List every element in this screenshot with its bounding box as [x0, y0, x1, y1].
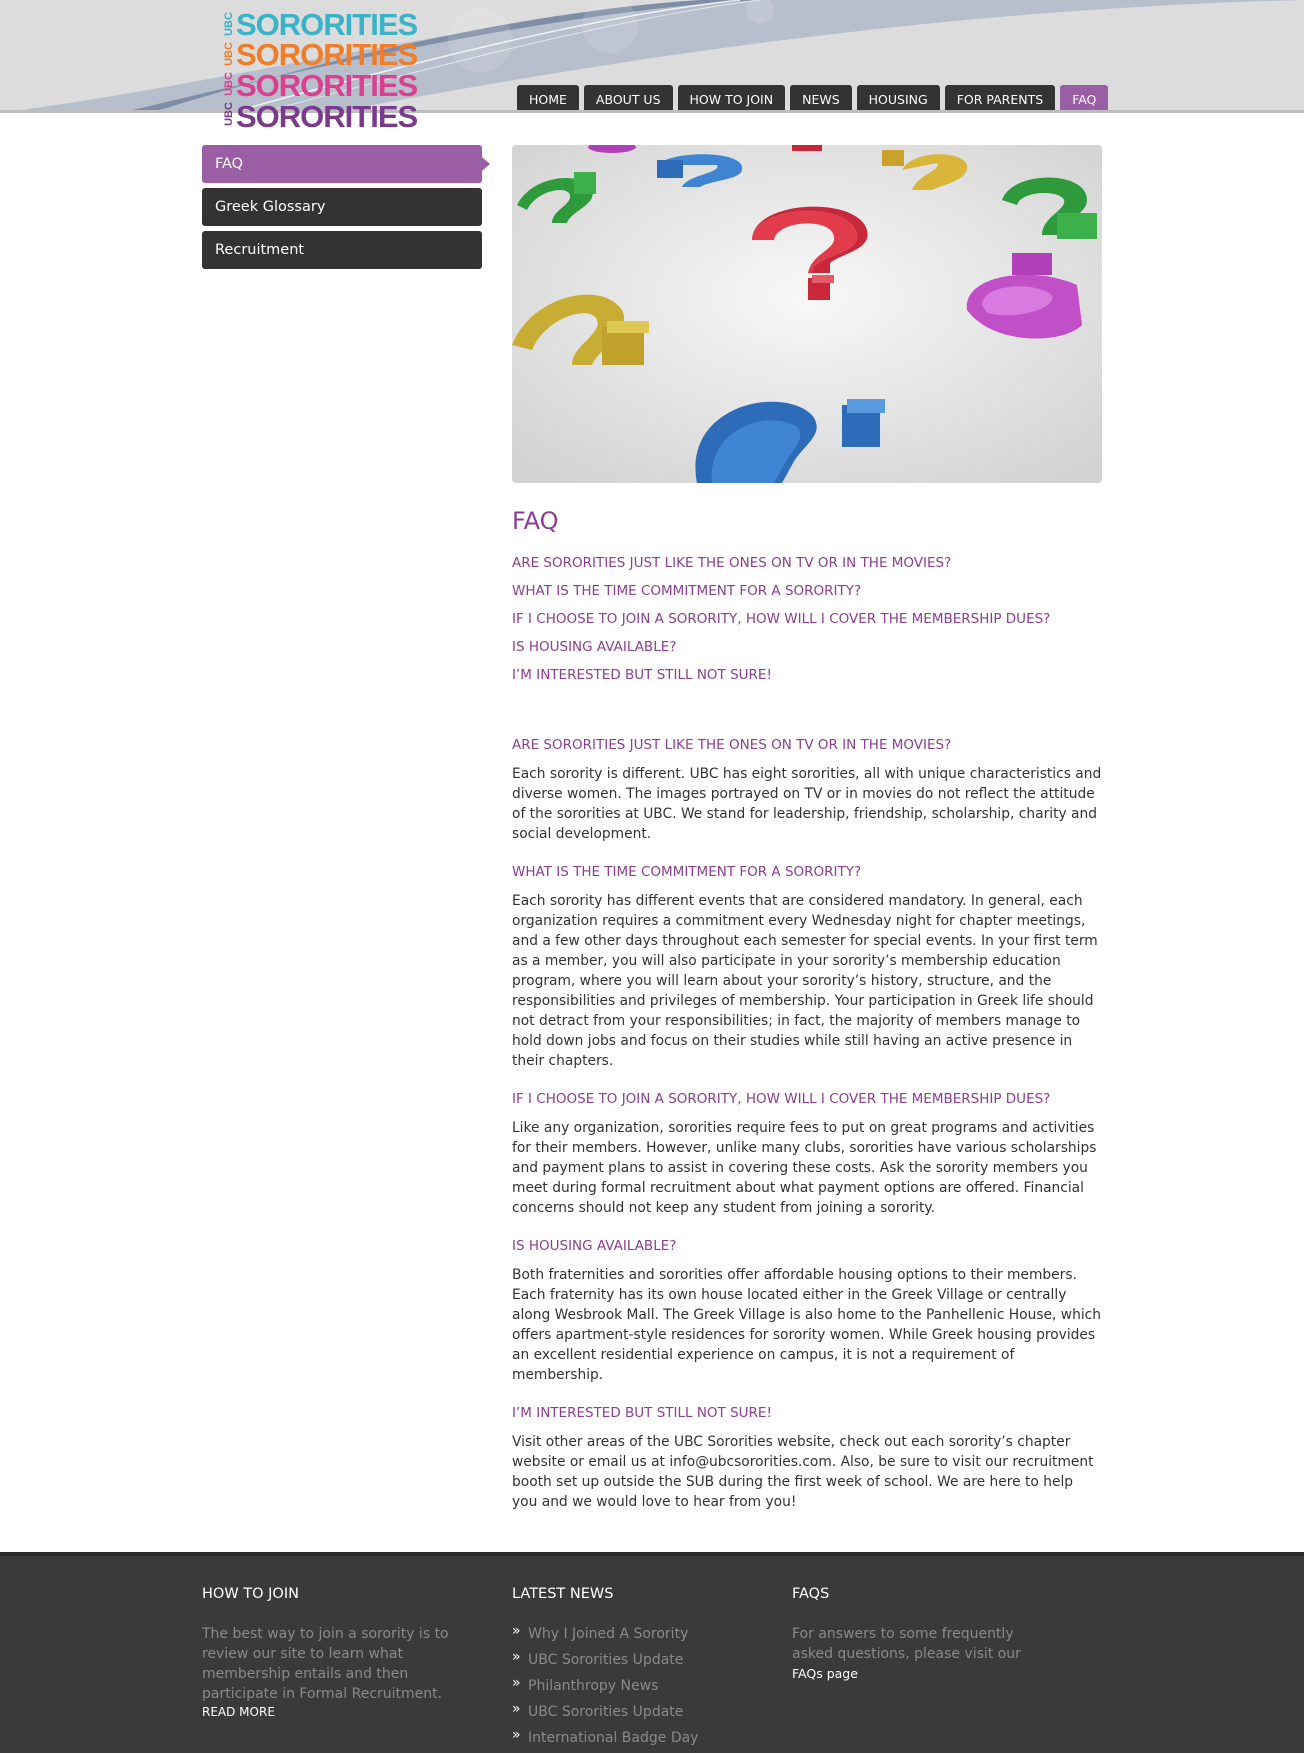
news-item-label: Philanthropy News: [528, 1678, 659, 1694]
logo-row-2: SORORITIES: [236, 37, 418, 72]
answer-text: Each sorority is different. UBC has eigh…: [512, 766, 1102, 842]
site-logo[interactable]: UBC UBC UBC UBC SORORITIES SORORITIES SO…: [222, 9, 418, 132]
news-list: » Why I Joined A Sorority » UBC Sororities…: [512, 1623, 772, 1753]
footer-faqs-text: For answers to some frequently asked que…: [792, 1624, 1022, 1684]
page-title: FAQ: [512, 507, 559, 535]
footer-heading-how-to-join: HOW TO JOIN: [202, 1586, 299, 1602]
news-item[interactable]: » International Badge Day: [512, 1727, 772, 1753]
nav-how-to-join[interactable]: HOW TO JOIN: [677, 85, 786, 110]
logo-ubc-1: UBC: [223, 12, 235, 36]
double-chevron-icon: »: [512, 1649, 521, 1665]
news-item-label: UBC Sororities Update: [528, 1704, 684, 1720]
footer-heading-faqs: FAQS: [792, 1586, 830, 1602]
question-heading: IF I CHOOSE TO JOIN A SORORITY, HOW WILL…: [512, 1091, 1051, 1107]
question-heading: ARE SORORITIES JUST LIKE THE ONES ON TV …: [512, 737, 952, 753]
double-chevron-icon: »: [512, 1623, 521, 1639]
site-header: HOME ABOUT US HOW TO JOIN NEWS HOUSING F…: [0, 0, 1304, 113]
answer-text: Visit other areas of the UBC Sororities …: [512, 1434, 1094, 1510]
question-heading: I’M INTERESTED BUT STILL NOT SURE!: [512, 1405, 772, 1421]
sidebar-item-faq[interactable]: FAQ: [202, 145, 490, 183]
faqs-page-link[interactable]: FAQs page: [792, 1666, 858, 1681]
footer-faqs: FAQS For answers to some frequently aske…: [792, 1586, 1022, 1684]
faq-answers: ARE SORORITIES JUST LIKE THE ONES ON TV …: [512, 736, 1102, 1512]
answer-text: Each sorority has different events that …: [512, 893, 1098, 1069]
footer-faqs-description: For answers to some frequently asked que…: [792, 1626, 1021, 1662]
toc-link-housing[interactable]: IS HOUSING AVAILABLE?: [512, 638, 1102, 666]
nav-housing[interactable]: HOUSING: [856, 85, 940, 110]
logo-ubc-4: UBC: [223, 102, 235, 126]
nav-for-parents[interactable]: FOR PARENTS: [944, 85, 1056, 110]
nav-faq[interactable]: FAQ: [1060, 85, 1109, 110]
toc-link-time-commitment[interactable]: WHAT IS THE TIME COMMITMENT FOR A SORORI…: [512, 582, 1102, 610]
site-footer: HOW TO JOIN The best way to join a soror…: [0, 1552, 1304, 1753]
logo-side-text: UBC UBC UBC UBC: [222, 10, 236, 132]
footer-how-to-join: HOW TO JOIN The best way to join a soror…: [202, 1586, 462, 1719]
nav-news[interactable]: NEWS: [790, 85, 852, 110]
toc-link-membership-dues[interactable]: IF I CHOOSE TO JOIN A SORORITY, HOW WILL…: [512, 610, 1102, 638]
sidebar-item-greek-glossary[interactable]: Greek Glossary: [202, 188, 482, 226]
news-item-label: International Badge Day: [528, 1730, 699, 1746]
sidebar: FAQ Greek Glossary Recruitment: [202, 145, 490, 274]
question-marks-illustration: [512, 145, 1102, 483]
news-item[interactable]: » Why I Joined A Sorority: [512, 1623, 772, 1650]
faq-toc: ARE SORORITIES JUST LIKE THE ONES ON TV …: [512, 554, 1102, 694]
news-item-label: UBC Sororities Update: [528, 1652, 684, 1668]
news-item-label: Why I Joined A Sorority: [528, 1626, 689, 1642]
toc-link-tv-movies[interactable]: ARE SORORITIES JUST LIKE THE ONES ON TV …: [512, 554, 1102, 582]
logo-ubc-2: UBC: [223, 42, 235, 66]
question-heading: IS HOUSING AVAILABLE?: [512, 1238, 677, 1254]
nav-home[interactable]: HOME: [517, 85, 579, 110]
nav-about-us[interactable]: ABOUT US: [583, 85, 673, 110]
double-chevron-icon: »: [512, 1675, 521, 1691]
double-chevron-icon: »: [512, 1701, 521, 1717]
hero-image: [512, 145, 1102, 483]
news-item[interactable]: » Philanthropy News: [512, 1675, 772, 1702]
answer-text: Like any organization, sororities requir…: [512, 1120, 1097, 1216]
read-more-link[interactable]: READ MORE: [202, 1705, 462, 1719]
logo-row-4: SORORITIES: [236, 99, 418, 134]
footer-join-text: The best way to join a sorority is to re…: [202, 1626, 449, 1702]
main-content: FAQ ARE SORORITIES JUST LIKE THE ONES ON…: [512, 145, 1102, 1531]
toc-link-not-sure[interactable]: I’M INTERESTED BUT STILL NOT SURE!: [512, 666, 1102, 694]
answer-text: Both fraternities and sororities offer a…: [512, 1267, 1101, 1383]
footer-latest-news: LATEST NEWS » Why I Joined A Sorority » UB…: [512, 1586, 772, 1753]
logo-row-1: SORORITIES: [236, 7, 418, 42]
footer-heading-latest-news: LATEST NEWS: [512, 1586, 614, 1602]
sidebar-item-recruitment[interactable]: Recruitment: [202, 231, 482, 269]
logo-ubc-3: UBC: [223, 72, 235, 96]
logo-row-3: SORORITIES: [236, 68, 418, 103]
news-item[interactable]: » UBC Sororities Update: [512, 1649, 772, 1676]
double-chevron-icon: »: [512, 1727, 521, 1743]
main-nav: HOME ABOUT US HOW TO JOIN NEWS HOUSING F…: [517, 85, 1109, 110]
question-heading: WHAT IS THE TIME COMMITMENT FOR A SORORI…: [512, 864, 862, 880]
news-item[interactable]: » UBC Sororities Update: [512, 1701, 772, 1728]
